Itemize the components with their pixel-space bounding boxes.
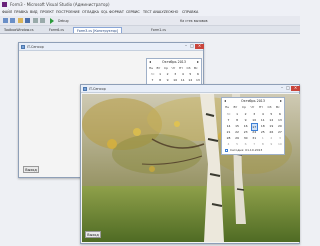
calendar-day[interactable]: 10 (276, 141, 283, 147)
back-icon[interactable] (3, 18, 8, 23)
exit-button[interactable]: Выход (85, 231, 101, 238)
open-folder-icon[interactable] (18, 18, 23, 23)
weekday-label: Пт (179, 66, 184, 70)
calendar-day[interactable]: 6 (242, 141, 249, 147)
calendar-day[interactable]: 9 (268, 141, 275, 147)
menu-item-view[interactable]: ВИД (30, 10, 38, 14)
configuration-dropdown[interactable]: Debug (58, 19, 68, 23)
window-caption: IT-Сенсор – □ × (19, 43, 204, 51)
menu-item-file[interactable]: ФАЙЛ (2, 10, 12, 14)
menu-item-tools[interactable]: СЕРВИС (126, 10, 140, 14)
weekday-label: Ср (164, 66, 168, 70)
exit-button[interactable]: Выход (23, 166, 39, 173)
start-debug-icon[interactable] (50, 18, 54, 24)
weekday-label: Пт (259, 105, 264, 109)
visual-studio-logo-icon (2, 2, 7, 7)
menu-item-edit[interactable]: ПРАВКА (14, 10, 28, 14)
menu-item-debug[interactable]: ОТЛАДКА (82, 10, 99, 14)
weekday-label: Вс (194, 66, 198, 70)
tab-form6[interactable]: Form6.cs (46, 27, 67, 33)
menu-item-format[interactable]: ФОРМАТ (109, 10, 124, 14)
calendar-weekday-row: Пн Вт Ср Чт Пт Сб Вс (149, 66, 201, 71)
save-icon[interactable] (25, 18, 30, 23)
prev-month-icon[interactable]: ◂ (224, 98, 226, 104)
calendar-day[interactable]: 4 (225, 141, 232, 147)
forward-icon[interactable] (10, 18, 15, 23)
tab-toolbox-window[interactable]: ToolboxWindow.cs (1, 27, 37, 33)
tab-form3-designer[interactable]: Form3.cs [Конструктор] (73, 27, 122, 33)
menu-item-sql[interactable]: SQL (101, 10, 108, 14)
next-month-icon[interactable]: ▸ (280, 98, 282, 104)
calendar-month-label: Октябрь 2013 (162, 60, 186, 64)
window-caption: IT-Сенсор – □ × (81, 85, 300, 93)
window-title: IT-Сенсор (89, 87, 106, 91)
app-icon (21, 45, 25, 49)
weekday-label: Сб (267, 105, 272, 109)
weekday-label: Пн (225, 105, 230, 109)
weekday-label: Вт (156, 66, 161, 70)
prev-month-icon[interactable]: ◂ (149, 59, 151, 65)
weekday-label: Ср (242, 105, 246, 109)
ide-toolbar: Debug Ка стек вызовов (0, 16, 300, 26)
menu-item-test[interactable]: ТЕСТ (143, 10, 152, 14)
tab-form1[interactable]: Form1.cs (148, 27, 169, 33)
month-calendar[interactable]: Октябрь 2013 ◂ ▸ Пн Вт Ср Чт Пт Сб Вс 30… (221, 97, 285, 155)
close-button[interactable]: × (195, 44, 204, 49)
ide-menu-bar: ФАЙЛ ПРАВКА ВИД ПРОЕКТ ПОСТРОЕНИЕ ОТЛАДК… (0, 8, 300, 16)
weekday-label: Вс (276, 105, 280, 109)
form-window-large[interactable]: IT-Сенсор – □ × Октябрь 2013 ◂ ▸ Пн Вт С… (80, 84, 300, 244)
app-icon (83, 87, 87, 91)
weekday-label: Сб (186, 66, 191, 70)
weekday-label: Чт (250, 105, 255, 109)
menu-item-build[interactable]: ПОСТРОЕНИЕ (56, 10, 80, 14)
today-marker-icon (225, 149, 228, 152)
window-title: IT-Сенсор (27, 45, 44, 49)
calendar-day[interactable]: 7 (251, 141, 258, 147)
ide-title: Form3 - Microsoft Visual Studio (Админис… (10, 2, 110, 7)
calendar-weekday-row: Пн Вт Ср Чт Пт Сб Вс (225, 105, 283, 110)
calendar-day[interactable]: 5 (234, 141, 241, 147)
menu-item-project[interactable]: ПРОЕКТ (40, 10, 54, 14)
calendar-today-label[interactable]: Сегодня: 01.10.2013 (230, 148, 262, 152)
document-tab-bar: ToolboxWindow.cs Form6.cs Form3.cs [Конс… (0, 26, 300, 34)
menu-item-window[interactable]: ОКНО (168, 10, 178, 14)
next-month-icon[interactable]: ▸ (197, 59, 199, 65)
call-stack-dropdown[interactable]: Ка стек вызовов (180, 19, 208, 23)
redo-icon[interactable] (40, 18, 45, 23)
weekday-label: Вт (233, 105, 238, 109)
menu-item-help[interactable]: СПРАВКА (182, 10, 198, 14)
calendar-month-label: Октябрь 2013 (241, 99, 265, 103)
close-button[interactable]: × (291, 86, 300, 91)
weekday-label: Пн (149, 66, 154, 70)
menu-item-analyze[interactable]: ANALYZE (153, 10, 168, 14)
weekday-label: Чт (171, 66, 176, 70)
calendar-day[interactable]: 8 (259, 141, 266, 147)
calendar-day-grid: 3012345678910111213141516171819202122232… (225, 111, 285, 147)
undo-icon[interactable] (33, 18, 38, 23)
